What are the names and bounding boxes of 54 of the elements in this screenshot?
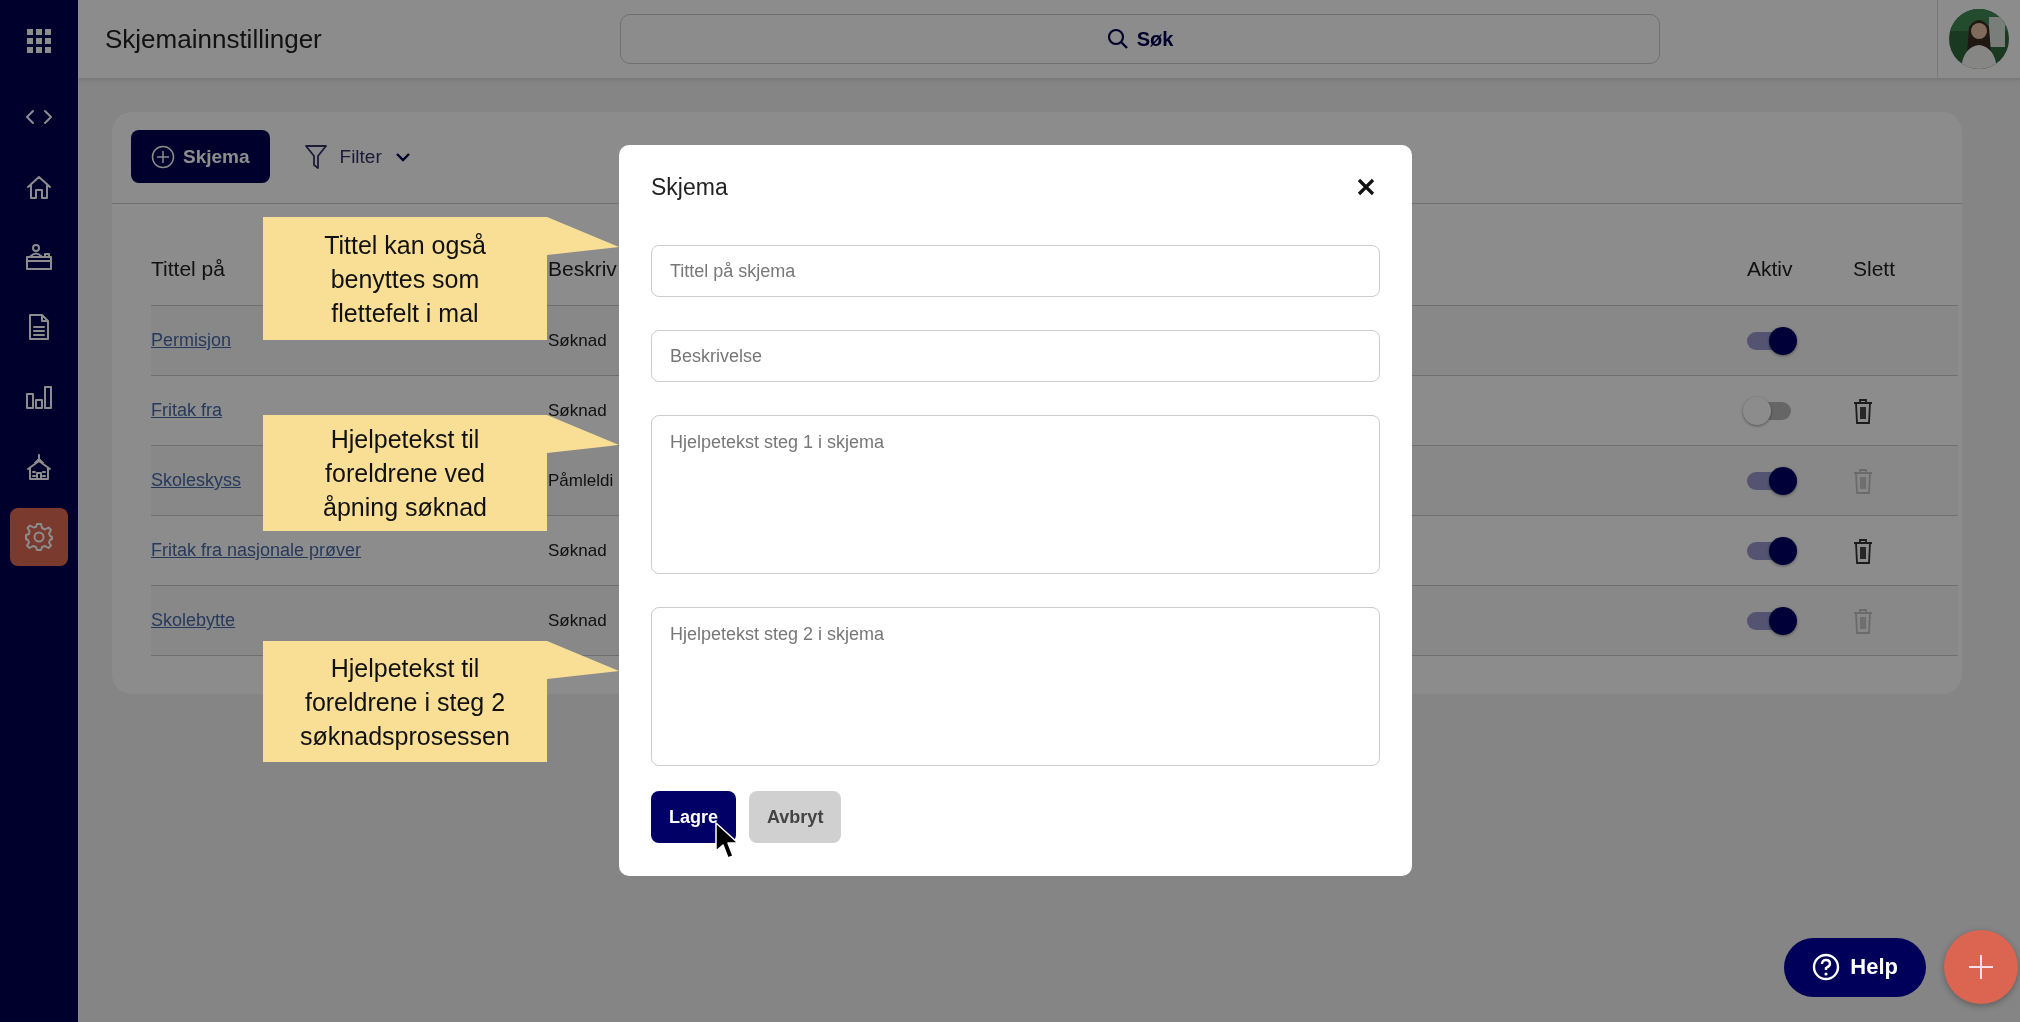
input-field[interactable]: Tittel på skjema [651, 245, 1380, 297]
form-title-link[interactable]: Permisjon [151, 330, 232, 351]
form-title-link[interactable]: Skoleskyss [151, 470, 242, 491]
app-grid-icon[interactable] [27, 29, 51, 53]
sidebar-item[interactable] [10, 508, 68, 566]
column-header: Tittel på [151, 257, 225, 281]
toggle-switch[interactable] [1747, 606, 1797, 635]
callout-text: Tittel kan også benyttes som flettefelt i mal [263, 217, 547, 340]
trash-icon[interactable] [1853, 397, 1873, 424]
callout-text: Hjelpetekst til foreldrene i steg 2 søknadsprosessen [263, 641, 547, 762]
modal-title: Skjema [651, 173, 728, 201]
table-cell: Søknad [548, 400, 607, 421]
plus-icon [1968, 954, 1994, 980]
bar-chart-icon [25, 384, 53, 410]
home-icon [26, 174, 52, 200]
callout-pointer [547, 217, 619, 255]
text-area[interactable]: Hjelpetekst steg 2 i skjema [651, 607, 1380, 766]
close-icon [1356, 177, 1376, 197]
new-form-button[interactable]: Skjema [131, 130, 270, 183]
column-header: Slett [1853, 257, 1896, 281]
toggle-switch[interactable] [1747, 466, 1797, 495]
search-icon [1106, 28, 1129, 50]
table-cell: Søknad [548, 330, 607, 351]
help-button[interactable]: Help [1784, 937, 1926, 997]
text-area[interactable]: Hjelpetekst steg 1 i skjema [651, 415, 1380, 574]
callout-pointer [547, 415, 619, 453]
expand-icon[interactable] [24, 109, 54, 125]
desk-icon [25, 243, 53, 271]
question-icon [1812, 953, 1841, 981]
table-cell: Påmleldi [548, 470, 614, 491]
save-button[interactable]: Lagre [651, 791, 737, 843]
cancel-button[interactable]: Avbryt [749, 791, 842, 843]
form-title-link[interactable]: Fritak fra nasjonale prøver [151, 540, 362, 561]
toggle-switch[interactable] [1747, 326, 1797, 355]
form-title-link[interactable]: Skolebytte [151, 610, 236, 631]
column-header: Aktiv [1747, 257, 1793, 281]
filter-icon [303, 143, 328, 170]
column-header: Beskriv [548, 257, 617, 281]
search-field[interactable]: Søk [620, 14, 1660, 64]
input-field[interactable]: Beskrivelse [651, 330, 1380, 382]
toggle-switch[interactable] [1747, 536, 1797, 565]
callout-pointer [547, 641, 619, 679]
document-icon [27, 313, 51, 341]
table-cell: Søknad [548, 610, 607, 631]
callout-text: Hjelpetekst til foreldrene ved åpning søknad [263, 415, 547, 531]
table-cell: Søknad [548, 540, 607, 561]
settings-icon [24, 522, 54, 552]
form-title-link[interactable]: Fritak fra [151, 400, 222, 421]
chevron-down-icon [393, 150, 412, 163]
trash-icon[interactable] [1853, 537, 1873, 564]
plus-circle-icon [151, 144, 175, 169]
filter-button[interactable]: Filter [297, 142, 418, 171]
school-icon [25, 453, 53, 481]
page-title: Skjemainnstillinger [104, 23, 323, 55]
